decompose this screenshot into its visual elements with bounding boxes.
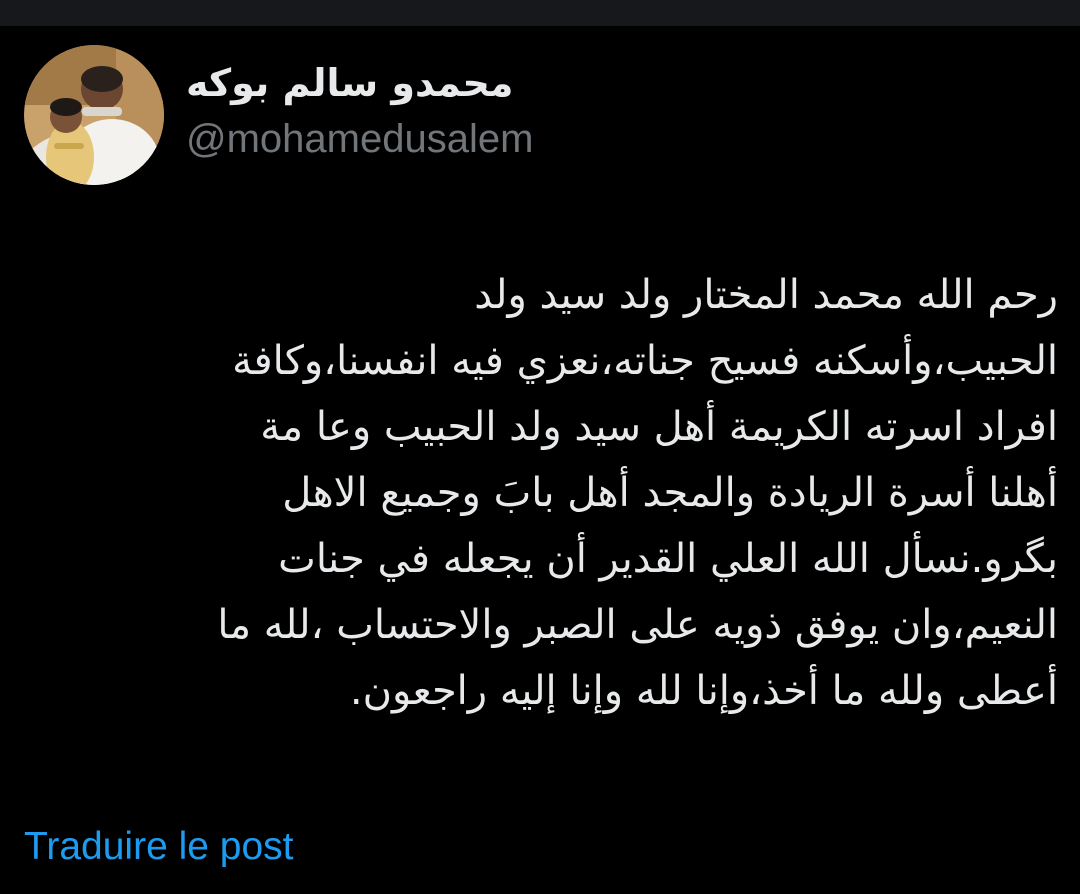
post-text: رحم الله محمد المختار ولد سيد ولد الحبيب… — [30, 262, 1058, 724]
post-text-line: أهلنا أسرة الريادة والمجد أهل بابَ وجميع… — [282, 470, 1058, 516]
post-text-line: الحبيب،وأسكنه فسيح جناته،نعزي فيه انفسنا… — [232, 338, 1058, 384]
author-handle[interactable]: @mohamedusalem — [186, 115, 533, 163]
post-text-line: رحم الله محمد المختار ولد سيد ولد — [474, 272, 1058, 318]
profile-photo-icon — [24, 45, 164, 185]
post-text-line: أعطى ولله ما أخذ،وإنا لله وإنا إليه راجع… — [349, 668, 1058, 714]
post-text-line: النعيم،وان يوفق ذويه على الصبر والاحتساب… — [217, 602, 1058, 648]
post-text-line: بگرو.نسأل الله العلي القدير أن يجعله في … — [278, 536, 1058, 582]
avatar[interactable] — [24, 45, 164, 185]
post-header: محمدو سالم بوكه @mohamedusalem — [24, 44, 533, 186]
translate-post-link[interactable]: Traduire le post — [24, 824, 294, 871]
top-strip — [0, 0, 1080, 26]
author-identity: محمدو سالم بوكه @mohamedusalem — [186, 61, 533, 163]
post-text-line: افراد اسرته الكريمة أهل سيد ولد الحبيب و… — [260, 404, 1058, 450]
author-display-name[interactable]: محمدو سالم بوكه — [186, 61, 533, 107]
